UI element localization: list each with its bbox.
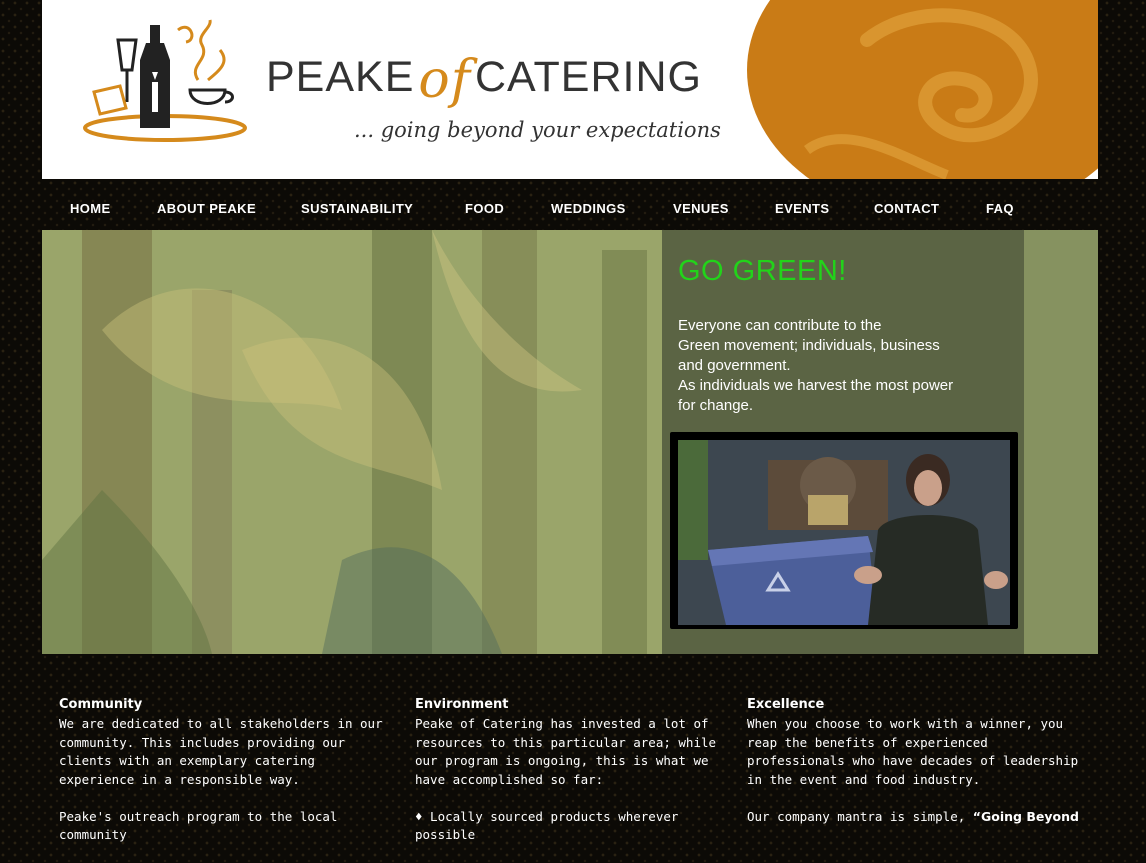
nav-home[interactable]: HOME — [70, 201, 111, 216]
nav-food[interactable]: FOOD — [465, 201, 504, 216]
nav-events[interactable]: EVENTS — [775, 201, 829, 216]
swirl-decoration — [747, 0, 1098, 179]
community-outreach-text: Peake's outreach program to the local co… — [59, 808, 338, 843]
excellence-title: Excellence — [747, 697, 825, 712]
excellence-column: Excellence When you choose to work with … — [747, 697, 1092, 845]
environment-column: Environment Peake of Catering has invest… — [415, 697, 725, 863]
excellence-paragraph: When you choose to work with a winner, y… — [747, 716, 1079, 787]
video-frame[interactable] — [678, 440, 1010, 625]
nav-contact[interactable]: CONTACT — [874, 201, 939, 216]
brand-name: PEAKEofCATERING — [266, 44, 702, 110]
hero-heading: GO GREEN! — [678, 255, 847, 287]
brand-word-of: of — [418, 50, 471, 110]
environment-paragraph: Peake of Catering has invested a lot of … — [415, 716, 717, 787]
excellence-mantra: Our company mantra is simple, “Going Bey… — [747, 808, 1092, 827]
community-column: Community We are dedicated to all stakeh… — [59, 697, 394, 863]
brand-tagline: ... going beyond your expectations — [354, 118, 721, 142]
nav-weddings[interactable]: WEDDINGS — [551, 201, 626, 216]
community-title: Community — [59, 697, 143, 712]
brand-word-peake: PEAKE — [266, 53, 415, 101]
environment-list-item: ♦ Locally sourced products wherever poss… — [415, 808, 679, 843]
hero-banner: GO GREEN! Everyone can contribute to the… — [42, 230, 1098, 654]
nav-sustainability[interactable]: SUSTAINABILITY — [301, 201, 413, 216]
community-paragraph: We are dedicated to all stakeholders in … — [59, 716, 383, 787]
excellence-mantra-quote: “Going Beyond — [972, 808, 1079, 824]
catering-logo-icon — [83, 19, 247, 142]
site-header: PEAKEofCATERING ... going beyond your ex… — [42, 0, 1098, 179]
nav-about-peake[interactable]: ABOUT PEAKE — [157, 201, 256, 216]
nav-faq[interactable]: FAQ — [986, 201, 1014, 216]
excellence-mantra-text: Our company mantra is simple, — [747, 808, 966, 824]
hero-body-text: Everyone can contribute to the Green mov… — [678, 317, 954, 414]
environment-title: Environment — [415, 697, 509, 712]
video-thumbnail-image — [678, 440, 1010, 625]
brand-word-catering: CATERING — [474, 53, 702, 101]
video-player[interactable] — [670, 432, 1018, 629]
nav-venues[interactable]: VENUES — [673, 201, 729, 216]
main-navigation: HOME ABOUT PEAKE SUSTAINABILITY FOOD WED… — [42, 179, 1098, 230]
